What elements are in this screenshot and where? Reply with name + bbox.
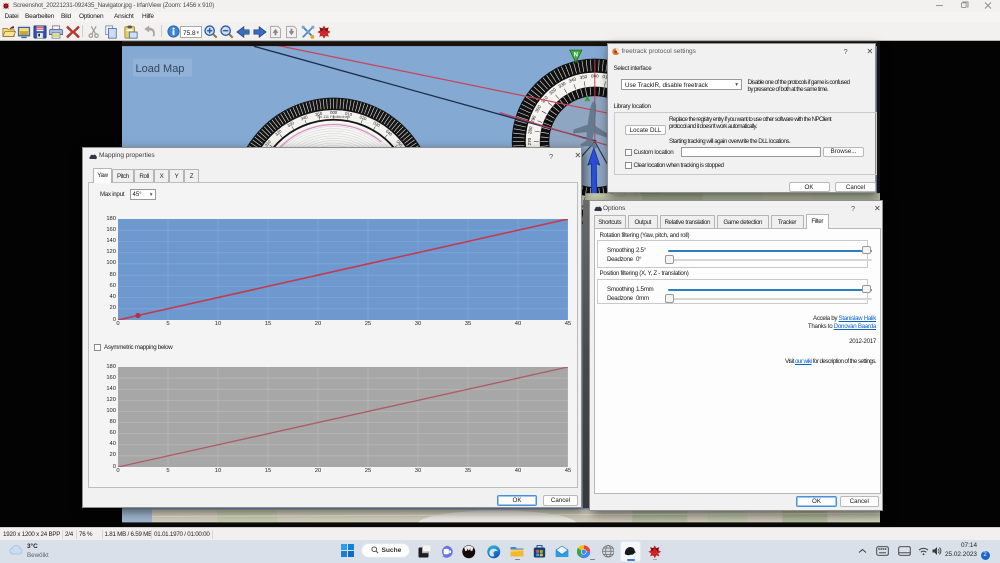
svg-text:N: N: [573, 52, 577, 58]
svg-text:270: 270: [526, 137, 531, 145]
svg-text:Load Map: Load Map: [135, 63, 184, 75]
svg-text:Rv 111 Feldkirchen: Rv 111 Feldkirchen: [317, 115, 349, 119]
